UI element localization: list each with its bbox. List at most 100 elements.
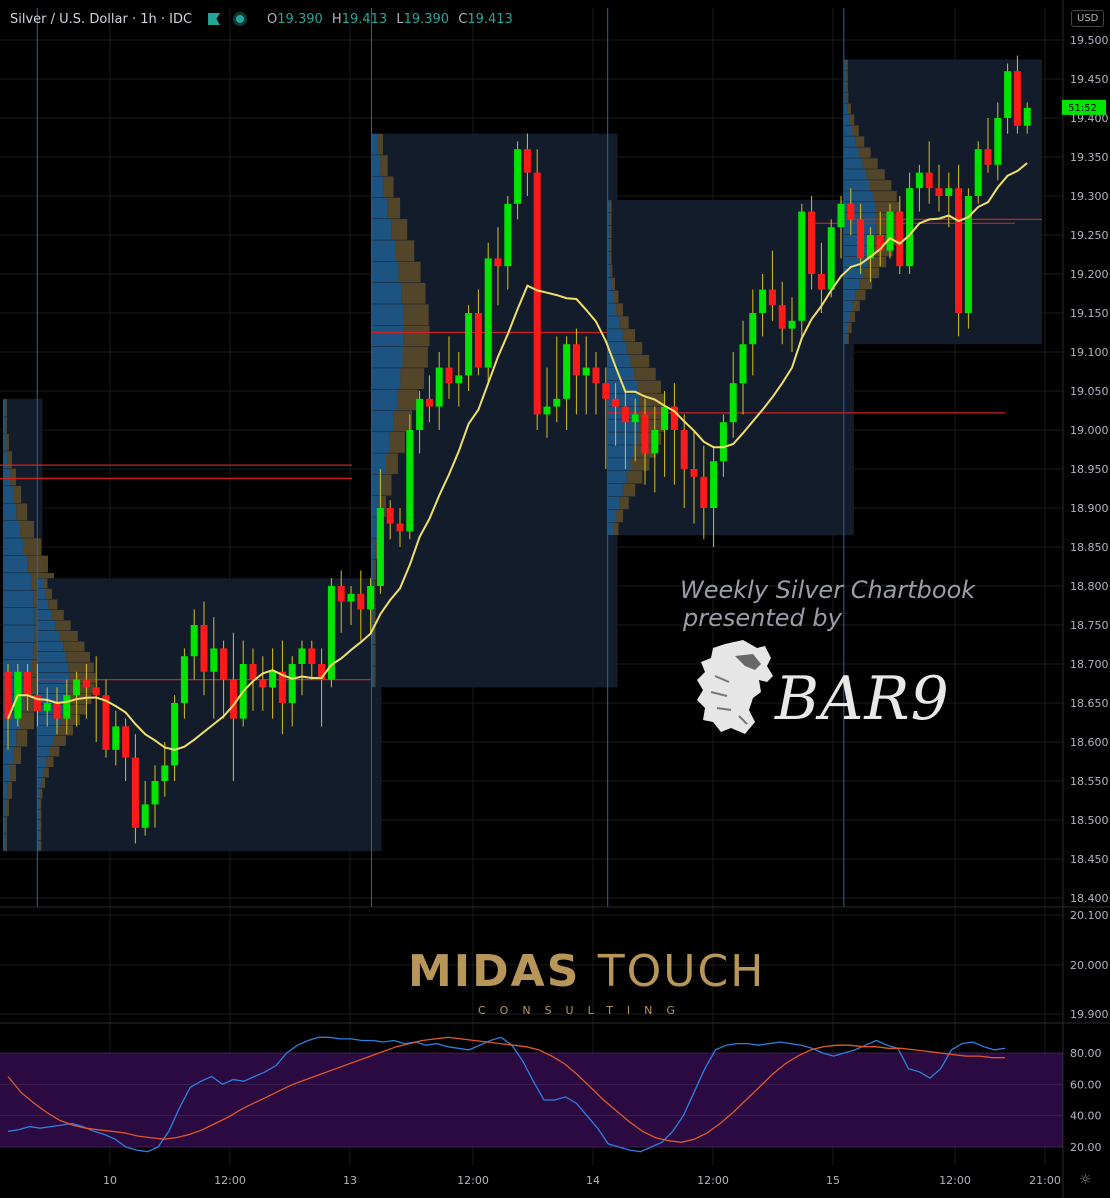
volume-profile-bar xyxy=(53,735,66,746)
session-box xyxy=(371,133,618,688)
candle-body xyxy=(955,188,963,313)
volume-profile-bar xyxy=(607,522,614,536)
candle-body xyxy=(945,188,953,196)
volume-profile-bar xyxy=(3,399,6,416)
candle-body xyxy=(494,258,502,267)
volume-profile-bar xyxy=(37,809,40,820)
volume-profile-bar xyxy=(843,322,849,333)
price-axis-label: 18.950 xyxy=(1070,463,1109,476)
volume-profile-bar xyxy=(622,329,636,342)
candle-body xyxy=(641,414,649,454)
volume-profile-bar xyxy=(607,251,610,265)
price-axis-label: 19.450 xyxy=(1070,73,1109,86)
volume-profile-bar xyxy=(39,819,42,830)
volume-profile-bar xyxy=(371,261,399,283)
candle-body xyxy=(729,383,737,423)
volume-profile-bar xyxy=(843,81,847,93)
volume-profile-bar xyxy=(846,59,848,71)
volume-profile-bar xyxy=(607,483,623,497)
midas-touch-logo: MIDAS TOUCH xyxy=(408,946,766,997)
candle-body xyxy=(631,414,639,423)
candle-body xyxy=(572,344,580,376)
volume-profile-bar xyxy=(619,496,629,510)
candle-body xyxy=(435,367,443,407)
price-axis-label: 18.850 xyxy=(1070,541,1109,554)
volume-profile-bar xyxy=(613,522,619,536)
volume-profile-bar xyxy=(402,304,429,326)
candle-body xyxy=(269,671,277,688)
price-axis-label: 18.550 xyxy=(1070,775,1109,788)
volume-profile-bar xyxy=(607,213,610,226)
volume-profile-bar xyxy=(630,354,650,368)
candle-body xyxy=(533,172,541,415)
currency-button[interactable]: USD xyxy=(1071,10,1105,27)
price-axis-label: 18.400 xyxy=(1070,892,1109,905)
volume-profile-bar xyxy=(68,662,94,673)
volume-profile-bar xyxy=(43,767,49,778)
candle-body xyxy=(1013,71,1021,126)
volume-profile-bar xyxy=(607,303,617,316)
volume-profile-bar xyxy=(371,282,402,304)
session-box xyxy=(607,199,854,536)
price-axis-label: 18.600 xyxy=(1070,736,1109,749)
volume-profile-bar xyxy=(607,445,635,458)
candle-body xyxy=(396,523,404,532)
volume-profile-bar xyxy=(5,416,7,434)
volume-profile-bar xyxy=(37,609,52,620)
volume-profile-bar xyxy=(607,509,617,523)
chart-header: Silver / U.S. Dollar · 1h · IDC O19.390 … xyxy=(0,0,513,38)
volume-profile-bar xyxy=(371,219,392,240)
volume-profile-bar xyxy=(843,147,859,158)
volume-profile-bar xyxy=(3,520,21,538)
volume-profile-bar xyxy=(858,147,871,158)
flag-icon[interactable] xyxy=(208,13,221,25)
volume-profile-bar xyxy=(866,169,885,180)
volume-profile-bar xyxy=(371,559,374,581)
volume-profile-bar xyxy=(59,630,78,641)
volume-profile-bar xyxy=(872,191,897,202)
candle-body xyxy=(602,383,610,399)
volume-profile-bar xyxy=(843,92,847,104)
candle-body xyxy=(817,274,825,290)
candle-body xyxy=(680,430,688,469)
volume-profile-bar xyxy=(371,197,388,219)
volume-profile-bar xyxy=(37,662,69,673)
volume-profile-bar xyxy=(37,620,56,631)
volume-profile-bar xyxy=(37,641,64,652)
volume-profile-bar xyxy=(607,264,611,278)
symbol-title[interactable]: Silver / U.S. Dollar · 1h · IDC xyxy=(10,12,192,27)
volume-profile-bar xyxy=(37,746,50,757)
osc-axis-label: 40.00 xyxy=(1070,1110,1102,1123)
volume-profile-bar xyxy=(619,316,629,329)
volume-profile-bar xyxy=(616,303,624,316)
volume-profile-bar xyxy=(843,191,873,202)
volume-profile-bar xyxy=(843,125,853,136)
candle-body xyxy=(612,398,620,407)
consulting-label: CONSULTING xyxy=(478,1004,689,1017)
candle-body xyxy=(229,679,237,719)
settings-gear-icon[interactable]: ☼ xyxy=(1079,1172,1092,1188)
candle-body xyxy=(73,679,81,696)
volume-profile-bar xyxy=(10,468,16,486)
volume-profile-bar xyxy=(400,368,425,389)
candle-body xyxy=(249,664,257,680)
candle-body xyxy=(661,406,669,430)
price-axis-label: 19.050 xyxy=(1070,385,1109,398)
volume-profile-bar xyxy=(371,666,374,688)
candle-body xyxy=(974,149,982,196)
candle-body xyxy=(1023,107,1031,126)
mid-axis-label: 19.900 xyxy=(1070,1008,1109,1021)
time-axis-label: 21:00 xyxy=(1029,1174,1061,1187)
volume-profile-bar xyxy=(843,114,850,125)
volume-profile-bar xyxy=(371,645,374,666)
volume-profile-bar xyxy=(610,264,613,278)
volume-profile-bar xyxy=(863,267,880,279)
candle-body xyxy=(259,679,267,688)
mid-axis-label: 20.100 xyxy=(1070,909,1109,922)
volume-profile-bar xyxy=(371,346,403,368)
time-axis-label: 15 xyxy=(826,1174,840,1187)
volume-profile-bar xyxy=(609,225,612,239)
volume-profile-bar xyxy=(371,325,404,347)
volume-profile-bar xyxy=(846,333,849,344)
volume-profile-bar xyxy=(3,590,34,608)
